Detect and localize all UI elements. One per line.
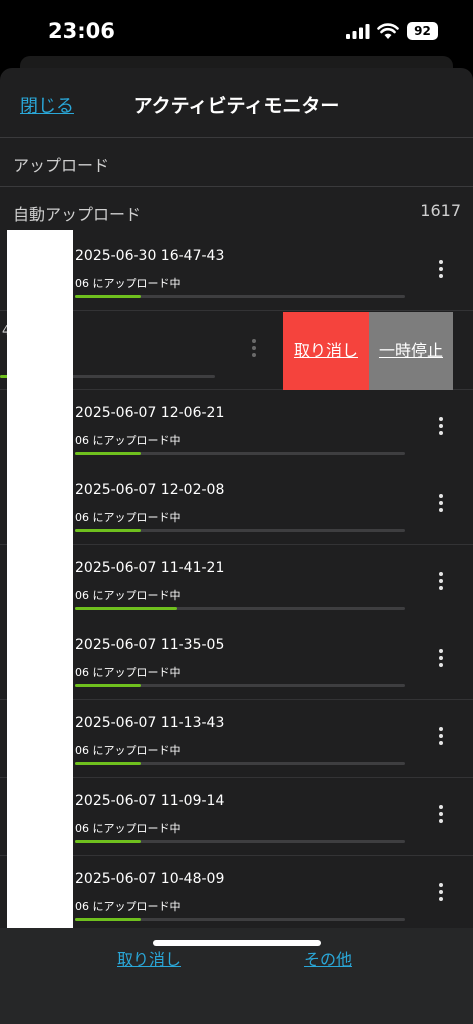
other-options-button[interactable]: その他 bbox=[304, 946, 352, 970]
upload-progress-fill bbox=[75, 684, 141, 687]
upload-progress-fill bbox=[75, 918, 141, 921]
upload-progress-fill bbox=[75, 529, 141, 532]
upload-item-status: 06 にアップロード中 bbox=[75, 589, 181, 602]
upload-progress-bar bbox=[75, 607, 405, 610]
upload-section-label: アップロード bbox=[13, 156, 110, 175]
upload-progress-bar bbox=[75, 684, 405, 687]
upload-item-title: 2025-06-07 11-35-05 bbox=[75, 637, 225, 653]
upload-item-status: 06 にアップロード中 bbox=[75, 900, 181, 913]
more-options-icon[interactable] bbox=[431, 802, 451, 832]
wifi-icon bbox=[377, 23, 399, 39]
upload-item-title: 2025-06-07 12-02-08 bbox=[75, 482, 225, 498]
more-options-icon[interactable] bbox=[431, 414, 451, 444]
swipe-pause-button[interactable]: 一時停止 bbox=[369, 312, 453, 390]
more-options-icon[interactable] bbox=[431, 646, 451, 676]
swipe-cancel-button[interactable]: 取り消し bbox=[283, 312, 369, 390]
upload-progress-bar bbox=[75, 918, 405, 921]
upload-progress-bar bbox=[75, 529, 405, 532]
more-options-icon[interactable] bbox=[431, 724, 451, 754]
battery-icon: 92 bbox=[407, 22, 438, 40]
more-options-icon[interactable] bbox=[431, 491, 451, 521]
page-title: アクティビティモニター bbox=[133, 95, 340, 117]
nav-bar: 閉じる アクティビティモニター bbox=[0, 68, 473, 138]
upload-item-status: 06 にアップロード中 bbox=[75, 434, 181, 447]
redacted-thumbnail-area bbox=[7, 230, 73, 932]
auto-upload-section-header: 自動アップロード 1617 bbox=[0, 187, 473, 231]
upload-progress-fill bbox=[75, 295, 141, 298]
upload-item-status: 06 にアップロード中 bbox=[75, 277, 181, 290]
activity-monitor-sheet: 閉じる アクティビティモニター アップロード 自動アップロード 1617 202… bbox=[0, 68, 473, 1024]
status-time: 23:06 bbox=[48, 19, 115, 43]
upload-progress-fill bbox=[75, 762, 141, 765]
upload-item-title: 2025-06-07 12-06-21 bbox=[75, 405, 225, 421]
upload-item-title: 2025-06-07 10-48-09 bbox=[75, 871, 225, 887]
upload-progress-bar bbox=[75, 840, 405, 843]
upload-progress-bar bbox=[75, 452, 405, 455]
upload-progress-bar bbox=[75, 295, 405, 298]
upload-progress-fill bbox=[75, 607, 178, 610]
upload-progress-fill bbox=[75, 840, 141, 843]
upload-item-title: 2025-06-30 16-47-43 bbox=[75, 248, 225, 264]
signal-icon bbox=[346, 24, 370, 39]
upload-progress-bar bbox=[75, 762, 405, 765]
upload-item-status: 06 にアップロード中 bbox=[75, 666, 181, 679]
status-bar: 23:06 92 bbox=[0, 0, 473, 60]
more-options-icon[interactable] bbox=[431, 257, 451, 287]
upload-progress-fill bbox=[75, 452, 141, 455]
auto-upload-label: 自動アップロード bbox=[13, 205, 142, 224]
upload-item-title: 2025-06-07 11-41-21 bbox=[75, 560, 225, 576]
more-options-icon[interactable] bbox=[431, 569, 451, 599]
upload-item-status: 06 にアップロード中 bbox=[75, 822, 181, 835]
upload-section-header: アップロード bbox=[0, 138, 473, 187]
home-indicator[interactable] bbox=[153, 940, 321, 946]
upload-item-title: 2025-06-07 11-13-43 bbox=[75, 715, 225, 731]
upload-item-status: 06 にアップロード中 bbox=[75, 744, 181, 757]
auto-upload-count: 1617 bbox=[420, 201, 461, 220]
upload-item-status: 06 にアップロード中 bbox=[75, 511, 181, 524]
more-options-icon[interactable] bbox=[431, 880, 451, 910]
upload-item-title: 2025-06-07 11-09-14 bbox=[75, 793, 225, 809]
cancel-all-button[interactable]: 取り消し bbox=[117, 946, 181, 970]
more-options-icon[interactable] bbox=[244, 336, 264, 366]
